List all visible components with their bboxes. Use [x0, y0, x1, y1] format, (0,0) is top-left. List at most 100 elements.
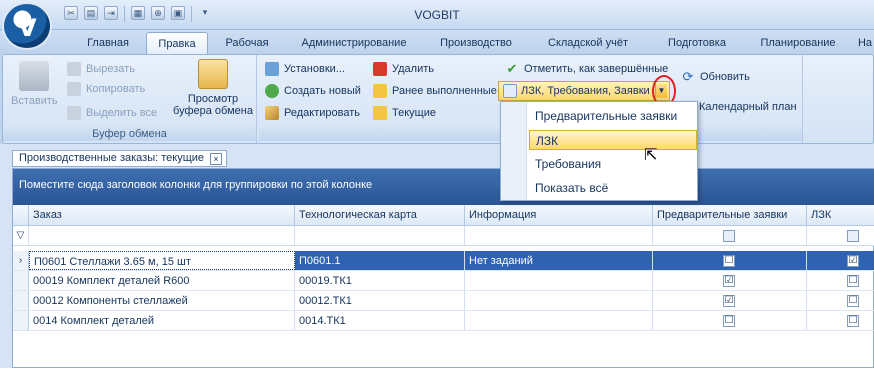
filter-cell-info[interactable] — [465, 226, 653, 245]
filter-cell-tech-card[interactable] — [295, 226, 465, 245]
filter-combo-value: ЛЗК, Требования, Заявки — [521, 85, 650, 97]
menu-item-lzk[interactable]: ЛЗК — [529, 130, 697, 150]
tech-card-cell[interactable]: 0014.ТК1 — [295, 311, 465, 330]
preview-label-2: буфера обмена — [173, 105, 253, 117]
select-all-icon — [67, 106, 81, 120]
menu-item-requirements[interactable]: Требования — [529, 154, 697, 174]
pre-orders-checkbox[interactable]: ☑ — [723, 275, 735, 287]
calendar-plan-button[interactable]: Календарный план — [699, 97, 797, 117]
column-header-pre-orders[interactable]: Предварительные заявки — [653, 205, 807, 226]
tab-planning[interactable]: Планирование — [750, 32, 846, 54]
menu-item-pre-orders[interactable]: Предварительные заявки — [529, 106, 697, 126]
tab-edit[interactable]: Правка — [146, 32, 208, 54]
filter-checkbox[interactable] — [723, 230, 735, 242]
filter-cell-pre-orders[interactable] — [653, 226, 807, 245]
delete-button[interactable]: Удалить — [373, 59, 434, 79]
mark-done-button[interactable]: ✔ Отметить, как завершённые — [505, 59, 669, 79]
refresh-button[interactable]: ⟳ Обновить — [681, 67, 750, 87]
info-cell[interactable] — [465, 271, 653, 290]
lzk-cell[interactable]: ☑ — [807, 251, 874, 270]
lzk-checkbox[interactable]: ☐ — [847, 275, 859, 287]
lzk-checkbox[interactable]: ☐ — [847, 315, 859, 327]
column-header-info[interactable]: Информация — [465, 205, 653, 226]
pre-orders-checkbox[interactable]: ☑ — [723, 295, 735, 307]
tab-production[interactable]: Производство — [428, 32, 524, 54]
paste-button[interactable]: Вставить — [11, 61, 58, 107]
select-all-button[interactable]: Выделить все — [67, 103, 157, 123]
filter-split-button[interactable]: ЛЗК, Требования, Заявки ▼ — [498, 81, 670, 101]
group-by-panel[interactable]: Поместите сюда заголовок колонки для гру… — [13, 169, 874, 205]
clipboard-preview-button[interactable]: Просмотр буфера обмена — [171, 59, 255, 117]
cut-label: Вырезать — [86, 63, 135, 75]
menu-item-show-all[interactable]: Показать всё — [529, 178, 697, 198]
pre-orders-cell[interactable]: ☑ — [653, 271, 807, 290]
pre-orders-cell[interactable]: ☑ — [653, 291, 807, 310]
edit-button[interactable]: Редактировать — [265, 103, 360, 123]
clipboard-group: Вставить Вырезать Копировать Выделить вс… — [3, 55, 257, 143]
info-cell[interactable] — [465, 311, 653, 330]
clipboard-preview-icon — [198, 59, 228, 89]
filter-cell-order[interactable] — [29, 226, 295, 245]
filter-cell-lzk[interactable] — [807, 226, 874, 245]
tab-administration[interactable]: Администрирование — [290, 32, 418, 54]
warning-doc-icon — [373, 106, 387, 120]
delete-label: Удалить — [392, 63, 434, 75]
tab-warehouse[interactable]: Складской учёт — [534, 32, 642, 54]
table-row[interactable]: 00019 Комплект деталей R600 00019.ТК1 ☑ … — [13, 271, 874, 291]
cut-button[interactable]: Вырезать — [67, 59, 135, 79]
info-cell[interactable]: Нет заданий — [465, 251, 653, 270]
pre-orders-checkbox[interactable]: ☐ — [723, 315, 735, 327]
mouse-cursor-icon: ⇱ — [644, 147, 658, 164]
tab-preparation[interactable]: Подготовка — [652, 32, 742, 54]
row-indicator: › — [13, 251, 29, 270]
order-cell[interactable]: П0601 Стеллажи 3.65 м, 15 шт — [29, 251, 295, 270]
settings-button[interactable]: Установки... — [265, 59, 345, 79]
column-header-tech-card[interactable]: Технологическая карта — [295, 205, 465, 226]
pre-orders-checkbox[interactable]: ☐ — [723, 255, 735, 267]
clipboard-caption: Буфер обмена — [3, 127, 256, 141]
lzk-cell[interactable]: ☐ — [807, 271, 874, 290]
lzk-checkbox[interactable]: ☐ — [847, 295, 859, 307]
row-indicator — [13, 271, 29, 290]
done-before-button[interactable]: Ранее выполненные — [373, 81, 497, 101]
document-tab[interactable]: Производственные заказы: текущие × — [12, 150, 228, 167]
table-row[interactable]: 00012 Компоненты стеллажей 00012.ТК1 ☑ ☐ — [13, 291, 874, 311]
select-all-label: Выделить все — [86, 107, 158, 119]
column-header-lzk[interactable]: ЛЗК — [807, 205, 874, 226]
tech-card-cell[interactable]: 00012.ТК1 — [295, 291, 465, 310]
table-row[interactable]: › П0601 Стеллажи 3.65 м, 15 шт П0601.1 Н… — [13, 251, 874, 271]
copy-icon — [67, 82, 81, 96]
lzk-checkbox[interactable]: ☑ — [847, 255, 859, 267]
row-indicator — [13, 291, 29, 310]
copy-button[interactable]: Копировать — [67, 79, 145, 99]
tab-home[interactable]: Главная — [70, 32, 146, 54]
lzk-cell[interactable]: ☐ — [807, 311, 874, 330]
tab-work[interactable]: Рабочая — [212, 32, 282, 54]
close-icon[interactable]: × — [210, 152, 223, 165]
done-before-label: Ранее выполненные — [392, 85, 497, 97]
order-cell[interactable]: 0014 Комплект деталей — [29, 311, 295, 330]
info-cell[interactable] — [465, 291, 653, 310]
filter-icon[interactable]: ▽ — [13, 226, 29, 245]
column-header-order[interactable]: Заказ — [29, 205, 295, 226]
tab-more[interactable]: На — [856, 32, 874, 54]
order-cell[interactable]: 00019 Комплект деталей R600 — [29, 271, 295, 290]
filter-checkbox[interactable] — [847, 230, 859, 242]
check-doc-icon — [373, 84, 387, 98]
tech-card-cell[interactable]: 00019.ТК1 — [295, 271, 465, 290]
paste-label: Вставить — [11, 95, 58, 107]
pre-orders-cell[interactable]: ☐ — [653, 311, 807, 330]
app-logo[interactable]: V — [2, 2, 52, 50]
create-new-button[interactable]: Создать новый — [265, 81, 361, 101]
document-tab-label: Производственные заказы: текущие — [19, 152, 205, 164]
table-row[interactable]: 0014 Комплект деталей 0014.ТК1 ☐ ☐ — [13, 311, 874, 331]
current-button[interactable]: Текущие — [373, 103, 436, 123]
lzk-cell[interactable]: ☐ — [807, 291, 874, 310]
tech-card-cell[interactable]: П0601.1 — [295, 251, 465, 270]
ribbon-tabs: Главная Правка Рабочая Администрирование… — [0, 30, 874, 54]
paste-big-icon — [19, 61, 49, 91]
pre-orders-cell[interactable]: ☐ — [653, 251, 807, 270]
refresh-label: Обновить — [700, 71, 750, 83]
order-cell[interactable]: 00012 Компоненты стеллажей — [29, 291, 295, 310]
settings-label: Установки... — [284, 63, 345, 75]
